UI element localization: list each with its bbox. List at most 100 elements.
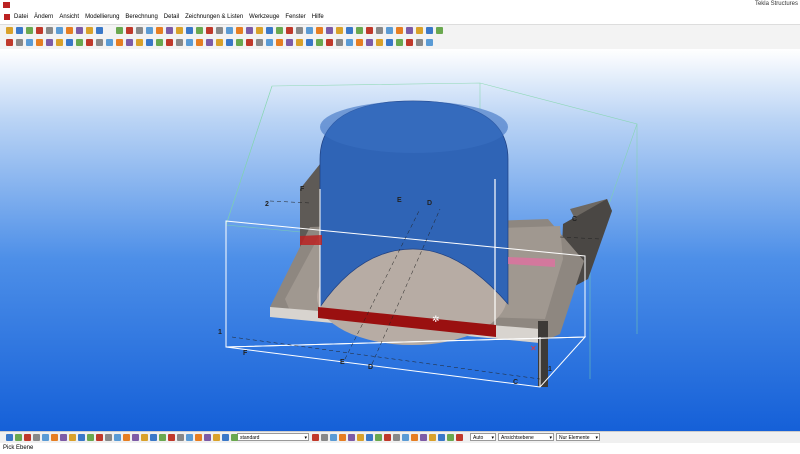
toolbar-tool-icon[interactable] xyxy=(204,434,211,441)
toolbar-tool-icon[interactable] xyxy=(195,434,202,441)
menu-help[interactable]: Hilfe xyxy=(312,14,324,20)
menu-edit[interactable]: Ändern xyxy=(34,14,53,20)
toolbar-tool-icon[interactable] xyxy=(136,27,143,34)
toolbar-tool-icon[interactable] xyxy=(6,39,13,46)
toolbar-tool-icon[interactable] xyxy=(312,434,319,441)
toolbar-tool-icon[interactable] xyxy=(438,434,445,441)
toolbar-tool-icon[interactable] xyxy=(256,39,263,46)
toolbar-tool-icon[interactable] xyxy=(96,27,103,34)
toolbar-tool-icon[interactable] xyxy=(348,434,355,441)
toolbar-tool-icon[interactable] xyxy=(226,39,233,46)
snap-mode-select[interactable]: Auto ▾ xyxy=(470,433,496,441)
toolbar-tool-icon[interactable] xyxy=(339,434,346,441)
toolbar-tool-icon[interactable] xyxy=(406,27,413,34)
toolbar-tool-icon[interactable] xyxy=(196,27,203,34)
toolbar-tool-icon[interactable] xyxy=(266,27,273,34)
toolbar-tool-icon[interactable] xyxy=(266,39,273,46)
toolbar-tool-icon[interactable] xyxy=(76,27,83,34)
toolbar-tool-icon[interactable] xyxy=(356,39,363,46)
toolbar-tool-icon[interactable] xyxy=(316,27,323,34)
toolbar-tool-icon[interactable] xyxy=(426,39,433,46)
toolbar-tool-icon[interactable] xyxy=(216,27,223,34)
toolbar-tool-icon[interactable] xyxy=(396,27,403,34)
toolbar-tool-icon[interactable] xyxy=(116,27,123,34)
toolbar-tool-icon[interactable] xyxy=(36,27,43,34)
toolbar-tool-icon[interactable] xyxy=(296,27,303,34)
toolbar-tool-icon[interactable] xyxy=(56,39,63,46)
toolbar-tool-icon[interactable] xyxy=(96,39,103,46)
toolbar-tool-icon[interactable] xyxy=(176,27,183,34)
toolbar-tool-icon[interactable] xyxy=(36,39,43,46)
toolbar-tool-icon[interactable] xyxy=(156,27,163,34)
toolbar-tool-icon[interactable] xyxy=(447,434,454,441)
depth-mode-select[interactable]: Nur Elemente ▾ xyxy=(556,433,600,441)
toolbar-tool-icon[interactable] xyxy=(296,39,303,46)
toolbar-tool-icon[interactable] xyxy=(426,27,433,34)
menu-drawings[interactable]: Zeichnungen & Listen xyxy=(185,14,243,20)
toolbar-tool-icon[interactable] xyxy=(87,434,94,441)
toolbar-tool-icon[interactable] xyxy=(376,39,383,46)
toolbar-tool-icon[interactable] xyxy=(306,39,313,46)
toolbar-tool-icon[interactable] xyxy=(276,27,283,34)
toolbar-tool-icon[interactable] xyxy=(386,39,393,46)
toolbar-tool-icon[interactable] xyxy=(321,434,328,441)
toolbar-tool-icon[interactable] xyxy=(216,39,223,46)
toolbar-tool-icon[interactable] xyxy=(16,39,23,46)
toolbar-tool-icon[interactable] xyxy=(326,39,333,46)
toolbar-tool-icon[interactable] xyxy=(356,27,363,34)
toolbar-tool-icon[interactable] xyxy=(6,27,13,34)
toolbar-tool-icon[interactable] xyxy=(416,39,423,46)
toolbar-tool-icon[interactable] xyxy=(168,434,175,441)
toolbar-tool-icon[interactable] xyxy=(26,39,33,46)
toolbar-tool-icon[interactable] xyxy=(256,27,263,34)
toolbar-tool-icon[interactable] xyxy=(226,27,233,34)
toolbar-tool-icon[interactable] xyxy=(15,434,22,441)
toolbar-tool-icon[interactable] xyxy=(150,434,157,441)
toolbar-tool-icon[interactable] xyxy=(141,434,148,441)
toolbar-tool-icon[interactable] xyxy=(16,27,23,34)
toolbar-tool-icon[interactable] xyxy=(33,434,40,441)
toolbar-tool-icon[interactable] xyxy=(116,39,123,46)
toolbar-tool-icon[interactable] xyxy=(177,434,184,441)
toolbar-tool-icon[interactable] xyxy=(126,27,133,34)
toolbar-tool-icon[interactable] xyxy=(402,434,409,441)
toolbar-tool-icon[interactable] xyxy=(146,39,153,46)
toolbar-tool-icon[interactable] xyxy=(222,434,229,441)
toolbar-tool-icon[interactable] xyxy=(86,39,93,46)
toolbar-tool-icon[interactable] xyxy=(213,434,220,441)
toolbar-tool-icon[interactable] xyxy=(78,434,85,441)
toolbar-tool-icon[interactable] xyxy=(60,434,67,441)
toolbar-tool-icon[interactable] xyxy=(375,434,382,441)
toolbar-tool-icon[interactable] xyxy=(206,27,213,34)
toolbar-tool-icon[interactable] xyxy=(114,434,121,441)
toolbar-tool-icon[interactable] xyxy=(66,27,73,34)
toolbar-tool-icon[interactable] xyxy=(166,39,173,46)
toolbar-tool-icon[interactable] xyxy=(346,39,353,46)
toolbar-tool-icon[interactable] xyxy=(132,434,139,441)
toolbar-tool-icon[interactable] xyxy=(146,27,153,34)
toolbar-tool-icon[interactable] xyxy=(416,27,423,34)
toolbar-tool-icon[interactable] xyxy=(231,434,238,441)
toolbar-tool-icon[interactable] xyxy=(176,39,183,46)
toolbar-tool-icon[interactable] xyxy=(66,39,73,46)
toolbar-tool-icon[interactable] xyxy=(336,27,343,34)
toolbar-tool-icon[interactable] xyxy=(396,39,403,46)
toolbar-tool-icon[interactable] xyxy=(236,27,243,34)
toolbar-tool-icon[interactable] xyxy=(456,434,463,441)
toolbar-tool-icon[interactable] xyxy=(24,434,31,441)
toolbar-tool-icon[interactable] xyxy=(186,39,193,46)
menu-analysis[interactable]: Berechnung xyxy=(125,14,157,20)
toolbar-tool-icon[interactable] xyxy=(206,39,213,46)
toolbar-tool-icon[interactable] xyxy=(436,27,443,34)
toolbar-tool-icon[interactable] xyxy=(336,39,343,46)
toolbar-tool-icon[interactable] xyxy=(286,27,293,34)
toolbar-tool-icon[interactable] xyxy=(51,434,58,441)
toolbar-tool-icon[interactable] xyxy=(186,27,193,34)
model-canvas[interactable]: F 2 E D C 1 F E D C 1 ✕ ✲ xyxy=(0,49,800,431)
toolbar-tool-icon[interactable] xyxy=(56,27,63,34)
toolbar-tool-icon[interactable] xyxy=(429,434,436,441)
toolbar-tool-icon[interactable] xyxy=(346,27,353,34)
toolbar-tool-icon[interactable] xyxy=(306,27,313,34)
toolbar-tool-icon[interactable] xyxy=(366,434,373,441)
model-view[interactable]: F 2 E D C 1 F E D C 1 ✕ ✲ xyxy=(0,49,800,431)
